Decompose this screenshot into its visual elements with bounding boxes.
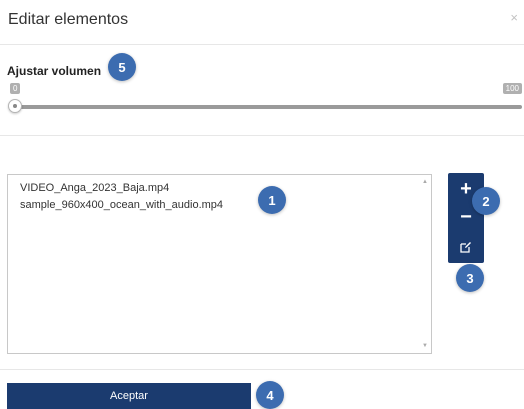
header-divider	[0, 44, 524, 45]
file-list-item[interactable]: sample_960x400_ocean_with_audio.mp4	[20, 199, 223, 211]
dialog-title: Editar elementos	[8, 11, 129, 28]
volume-slider-track[interactable]	[10, 105, 522, 109]
callout-badge-5: 5	[108, 53, 136, 81]
accept-button[interactable]: Aceptar	[7, 383, 251, 409]
scroll-down-arrow[interactable]: ▼	[422, 343, 428, 349]
volume-max-label: 100	[502, 83, 522, 94]
callout-badge-1: 1	[258, 186, 286, 214]
volume-divider	[0, 135, 524, 136]
callout-badge-3: 3	[456, 264, 484, 292]
volume-slider-handle[interactable]	[8, 99, 22, 113]
close-button[interactable]: ×	[510, 10, 518, 25]
file-list-item[interactable]: VIDEO_Anga_2023_Baja.mp4	[20, 182, 169, 194]
volume-min-label: 0	[10, 83, 21, 94]
edit-item-button[interactable]	[448, 233, 484, 261]
footer-divider	[0, 369, 524, 370]
list-tool-group: + −	[448, 173, 484, 263]
callout-badge-2: 2	[472, 187, 500, 215]
scroll-up-arrow[interactable]: ▲	[422, 179, 428, 185]
volume-label: Ajustar volumen	[7, 64, 102, 78]
file-list[interactable]: VIDEO_Anga_2023_Baja.mp4 sample_960x400_…	[7, 174, 432, 354]
edit-icon	[460, 241, 472, 253]
callout-badge-4: 4	[256, 381, 284, 409]
